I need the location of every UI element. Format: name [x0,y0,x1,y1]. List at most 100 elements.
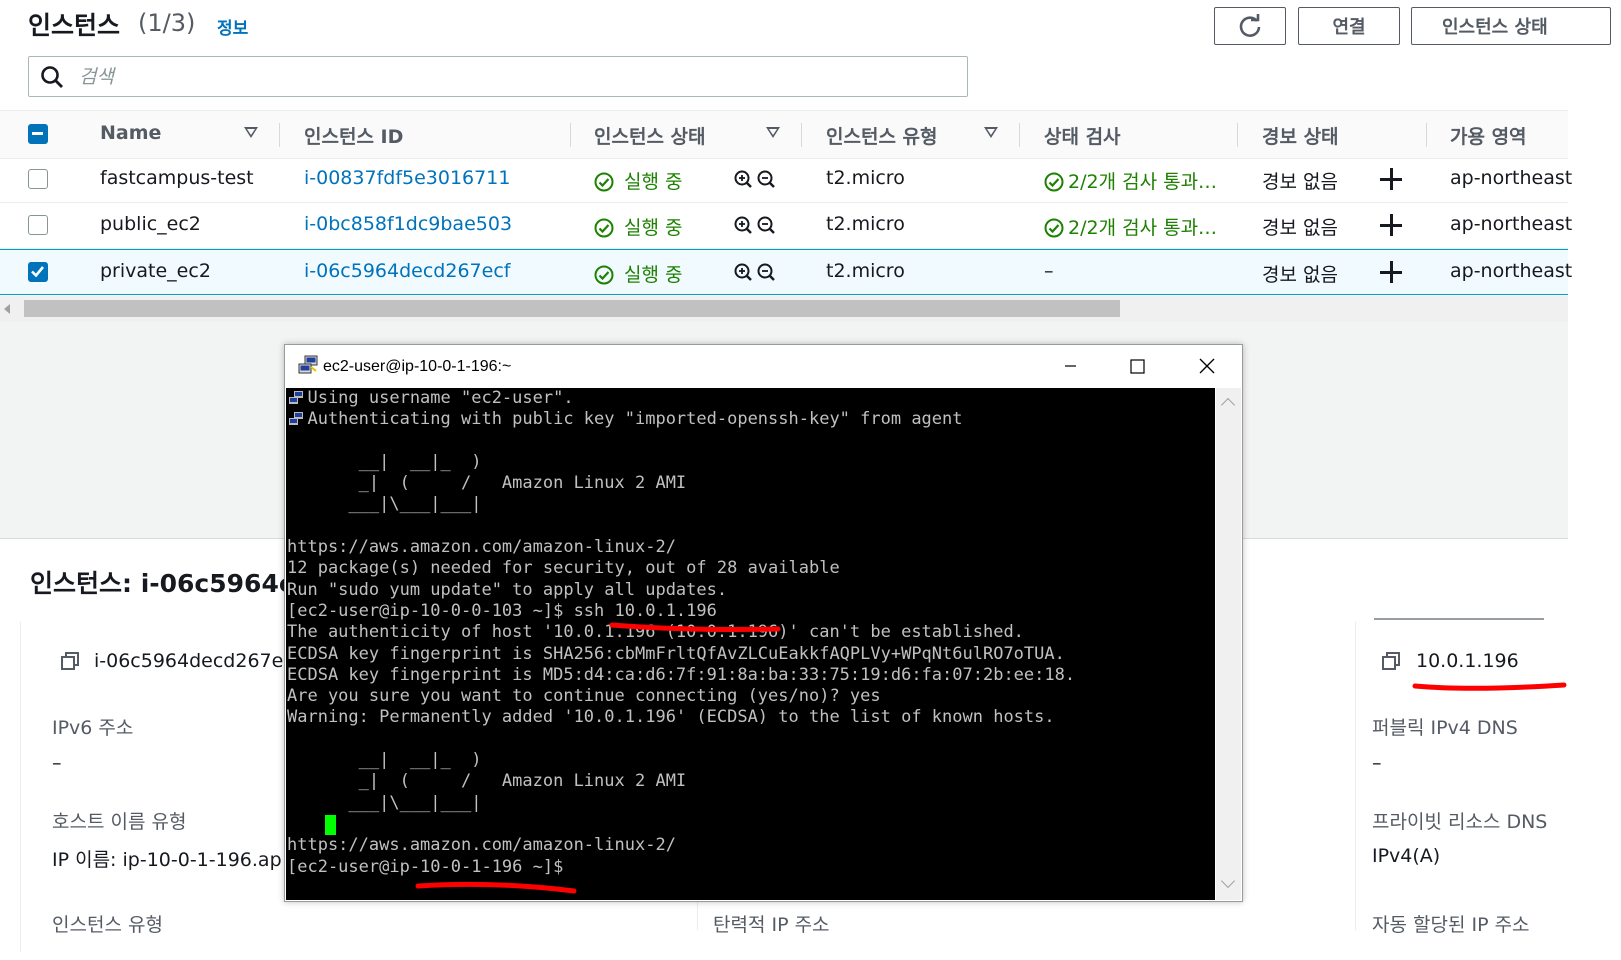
ipv6-label: IPv6 주소 [52,717,134,739]
private-dns-label: 프라이빗 리소스 DNS [1372,811,1548,833]
table-row[interactable]: public_ec2 i-0bc858f1dc9bae503 실행 중 t2.m… [0,203,1572,249]
private-ip-value: 10.0.1.196 [1416,650,1519,672]
row-checkbox[interactable] [28,262,48,282]
instance-id-link[interactable]: i-00837fdf5e3016711 [304,167,510,189]
instance-id-link[interactable]: i-06c5964decd267ecf [304,260,510,282]
status-check[interactable]: 2/2개 검사 통과… [1044,167,1217,194]
check-circle-icon [594,172,614,192]
putty-event-icons [289,391,303,425]
column-header-name[interactable]: Name [100,122,161,144]
column-divider[interactable] [1019,123,1020,147]
public-dns-label: 퍼블릭 IPv4 DNS [1372,717,1518,739]
alarm-status: 경보 없음 [1262,217,1338,239]
column-divider[interactable] [801,123,802,147]
minimize-icon [1065,365,1076,367]
close-button[interactable] [1174,345,1240,387]
copy-icon[interactable] [60,651,80,671]
scroll-down-arrow[interactable] [1220,873,1236,889]
add-alarm-icon[interactable] [1380,168,1402,190]
copy-icon[interactable] [1381,651,1401,671]
terminal-output[interactable]: Using username "ec2-user". Authenticatin… [286,388,1215,900]
column-divider[interactable] [279,123,280,147]
availability-zone: ap-northeast [1450,260,1573,282]
instance-state-label: 실행 중 [624,217,683,239]
row-checkbox[interactable] [28,215,48,235]
terminal-cursor [325,815,336,835]
sort-icon[interactable] [984,127,998,138]
column-header-instance-state[interactable]: 인스턴스 상태 [594,122,706,149]
connect-button[interactable]: 연결 [1298,7,1400,45]
status-check: – [1044,260,1054,282]
public-dns-value: – [1372,752,1382,774]
instance-state: 실행 중 [594,260,682,287]
terminal-scrollbar[interactable] [1216,388,1241,900]
select-all-checkbox[interactable] [28,124,48,144]
column-divider[interactable] [1237,123,1238,147]
instance-id-link[interactable]: i-0bc858f1dc9bae503 [304,213,512,235]
instance-state: 실행 중 [594,167,682,194]
private-dns-value: IPv4(A) [1372,845,1441,867]
check-circle-icon [594,218,614,238]
instance-state-label: 실행 중 [624,264,683,286]
horizontal-scrollbar[interactable] [0,296,1568,323]
maximize-button[interactable] [1104,345,1170,387]
instance-id-value: i-06c5964decd267ec [94,650,294,672]
table-row-selected[interactable]: private_ec2 i-06c5964decd267ecf 실행 중 t2.… [0,249,1572,295]
add-alarm-icon[interactable] [1380,214,1402,236]
status-check-label: 2/2개 검사 통과… [1068,217,1218,239]
search-box [28,56,968,97]
info-link[interactable]: 정보 [217,14,248,39]
details-title: 인스턴스: i-06c5964c [30,569,294,598]
add-alarm-icon[interactable] [1380,261,1402,283]
alarm-status: 경보 없음 [1262,171,1338,193]
column-header-alarm-status[interactable]: 경보 상태 [1262,122,1339,149]
table-header: Name 인스턴스 ID 인스턴스 상태 인스턴스 유형 상태 검사 경보 상태… [0,110,1568,159]
ipv6-value: – [52,752,62,774]
refresh-button[interactable] [1214,7,1286,45]
scroll-left-arrow[interactable] [4,304,10,314]
instance-state: 실행 중 [594,213,682,240]
instance-type-label: 인스턴스 유형 [52,914,163,936]
status-check-label: 2/2개 검사 통과… [1068,171,1218,193]
table-row[interactable]: fastcampus-test i-00837fdf5e3016711 실행 중… [0,157,1572,203]
alarm-status: 경보 없음 [1262,264,1338,286]
window-titlebar[interactable]: ec2-user@ip-10-0-1-196:~ [285,345,1242,387]
row-checkbox[interactable] [28,169,48,189]
scrollbar-thumb[interactable] [24,300,1120,317]
instance-name: fastcampus-test [100,167,254,189]
hostname-type-label: 호스트 이름 유형 [52,811,187,833]
instance-state-button[interactable]: 인스턴스 상태 [1411,7,1611,45]
close-icon [1199,358,1215,374]
cut-off-label [52,604,172,630]
search-input[interactable] [77,62,961,92]
annotation-underline [609,622,781,632]
instance-name: public_ec2 [100,213,201,235]
hostname-type-value: IP 이름: ip-10-0-1-196.ap [52,849,282,871]
sort-icon[interactable] [244,127,258,138]
page-title: 인스턴스 [28,11,121,40]
scroll-up-arrow[interactable] [1220,397,1236,413]
refresh-icon [1239,14,1261,37]
cut-off-label [1374,618,1544,626]
column-divider[interactable] [570,123,571,147]
minimize-button[interactable] [1038,345,1104,387]
column-header-availability-zone[interactable]: 가용 영역 [1450,122,1527,149]
availability-zone: ap-northeast [1450,167,1573,189]
instance-type: t2.micro [826,167,905,189]
column-header-instance-id[interactable]: 인스턴스 ID [304,122,403,149]
status-check[interactable]: 2/2개 검사 통과… [1044,213,1217,240]
zoom-icons[interactable] [733,215,777,237]
zoom-icons[interactable] [733,262,777,284]
annotation-underline [415,881,577,894]
sort-icon[interactable] [766,127,780,138]
annotation-underline [1412,682,1567,691]
instance-type: t2.micro [826,213,905,235]
instance-type: t2.micro [826,260,905,282]
elastic-ip-label: 탄력적 IP 주소 [713,914,830,936]
auto-ip-label: 자동 할당된 IP 주소 [1372,914,1530,936]
column-divider[interactable] [1426,123,1427,147]
column-header-instance-type[interactable]: 인스턴스 유형 [826,122,938,149]
zoom-icons[interactable] [733,169,777,191]
column-header-status-check[interactable]: 상태 검사 [1044,122,1121,149]
check-circle-icon [1044,172,1064,192]
